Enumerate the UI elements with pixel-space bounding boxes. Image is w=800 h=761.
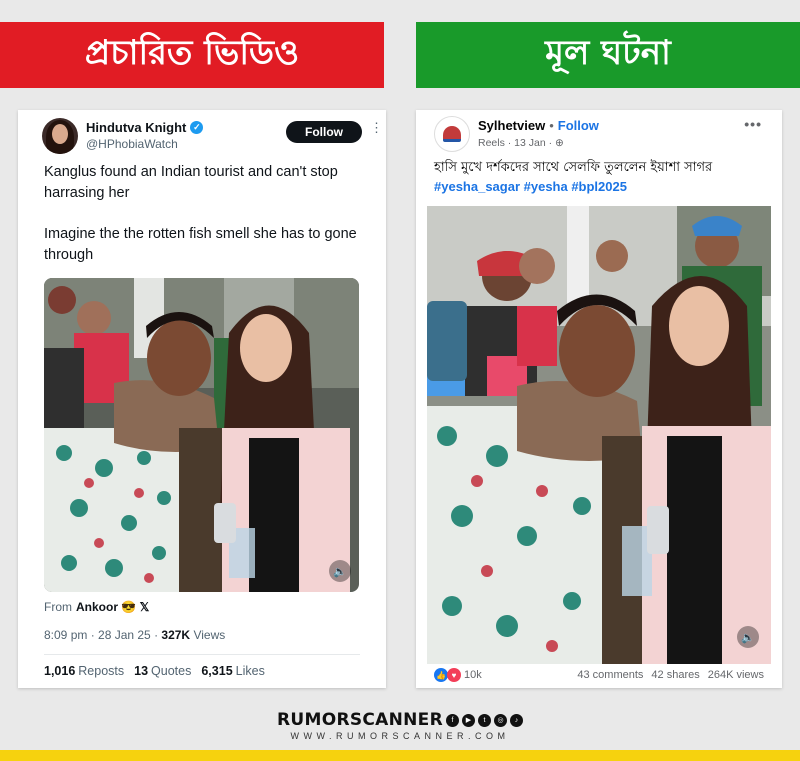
post-hashtags[interactable]: #yesha_sagar #yesha #bpl2025 — [434, 179, 627, 194]
credit-prefix: From — [44, 600, 72, 614]
post-caption: হাসি মুখে দর্শকদের সাথে সেলফি তুললেন ইয়… — [434, 160, 713, 175]
reactions-count: 10k — [464, 669, 482, 681]
tweet-meta: 8:09 pm · 28 Jan 25 · 327K Views — [44, 628, 225, 642]
volume-icon[interactable]: 🔈 — [737, 626, 759, 648]
brand-url: WWW.RUMORSCANNER.COM — [290, 731, 510, 741]
video-frame — [44, 278, 359, 592]
page-logo-icon — [443, 126, 461, 142]
reposts-label: Reposts — [78, 664, 125, 678]
follow-button[interactable]: Follow — [286, 121, 362, 143]
post-subtitle: Reels · 13 Jan · ⊕ — [478, 137, 564, 149]
brand-logo: RUMORSCANNER f ▶ t ◎ ♪ — [268, 709, 532, 731]
tweet-text: Kanglus found an Indian tourist and can'… — [44, 162, 370, 266]
misleading-video-banner: প্রচারিত ভিডিও — [0, 22, 384, 88]
facebook-post-card: Sylhetview • Follow Reels · 13 Jan · ⊕ •••… — [416, 110, 782, 688]
footer-accent-bar — [0, 750, 800, 761]
more-options-icon[interactable]: ••• — [744, 116, 762, 132]
likes-label: Likes — [235, 664, 265, 678]
reel-video[interactable]: 🔈 — [427, 206, 771, 664]
author-name-text[interactable]: Hindutva Knight — [86, 120, 186, 135]
tweet-card: Hindutva Knight ✓ @HPhobiaWatch Follow ⋮… — [18, 110, 386, 688]
tweet-header: Hindutva Knight ✓ @HPhobiaWatch Follow ⋮ — [42, 118, 383, 158]
separator-dot: • — [549, 118, 554, 133]
original-event-banner: মূল ঘটনা — [416, 22, 800, 88]
more-icon[interactable]: ⋮ — [370, 120, 383, 136]
tweet-timestamp[interactable]: 8:09 pm · 28 Jan 25 · — [44, 628, 161, 642]
page-name-link[interactable]: Sylhetview — [478, 118, 545, 133]
author-handle[interactable]: @HPhobiaWatch — [86, 137, 178, 151]
views-label: Views — [193, 628, 226, 642]
quotes-stat[interactable]: 13 Quotes — [134, 664, 191, 678]
quotes-label: Quotes — [151, 664, 192, 678]
views-count: 264K views — [707, 669, 764, 681]
author-name[interactable]: Hindutva Knight ✓ — [86, 120, 204, 135]
avatar[interactable] — [42, 118, 78, 154]
tweet-video[interactable]: 🔈 — [44, 278, 359, 592]
facebook-icon: f — [446, 713, 459, 727]
tweet-stats: 1,016 Reposts 13 Quotes 6,315 Likes — [44, 664, 265, 678]
youtube-icon: ▶ — [462, 713, 475, 727]
fb-follow-button[interactable]: Follow — [558, 118, 599, 133]
likes-count: 6,315 — [201, 664, 233, 678]
quotes-count: 13 — [134, 664, 149, 678]
reel-frame — [427, 206, 771, 664]
tweet-text-line-1: Kanglus found an Indian tourist and can'… — [44, 164, 338, 201]
credit-user-link[interactable]: Ankoor 😎 𝕏 — [76, 600, 149, 614]
like-reaction-icon: 👍 — [434, 668, 448, 682]
comments-count[interactable]: 43 comments — [577, 669, 643, 681]
likes-stat[interactable]: 6,315 Likes — [201, 664, 264, 678]
reposts-count: 1,016 — [44, 664, 76, 678]
video-credit: From Ankoor 😎 𝕏 — [44, 600, 149, 614]
tweet-text-line-2: Imagine the the rotten fish smell she ha… — [44, 226, 357, 263]
post-stats: 👍 ♥ 10k 43 comments 42 shares 264K views — [434, 668, 764, 684]
engagement-counts: 43 comments 42 shares 264K views — [577, 669, 764, 681]
love-reaction-icon: ♥ — [447, 668, 461, 682]
reactions[interactable]: 👍 ♥ 10k — [434, 668, 482, 682]
views-count: 327K — [161, 628, 191, 642]
tiktok-icon: ♪ — [510, 713, 523, 727]
brand-name: RUMORSCANNER — [277, 710, 443, 730]
page-avatar[interactable] — [434, 116, 470, 152]
instagram-icon: ◎ — [494, 713, 507, 727]
verified-badge-icon: ✓ — [190, 121, 204, 134]
shares-count[interactable]: 42 shares — [651, 669, 699, 681]
volume-icon[interactable]: 🔈 — [329, 560, 351, 582]
twitter-icon: t — [478, 713, 491, 727]
reposts-stat[interactable]: 1,016 Reposts — [44, 664, 124, 678]
page-header: Sylhetview • Follow — [478, 118, 599, 133]
divider — [44, 654, 360, 655]
